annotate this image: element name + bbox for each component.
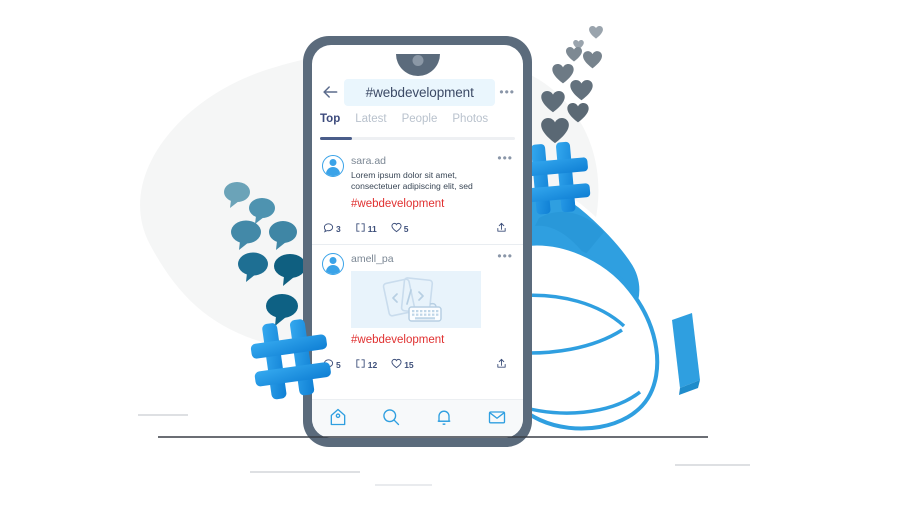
illustration-canvas: #webdevelopment ••• Top Latest People Ph…	[0, 0, 911, 511]
decorative-lines	[138, 414, 750, 486]
